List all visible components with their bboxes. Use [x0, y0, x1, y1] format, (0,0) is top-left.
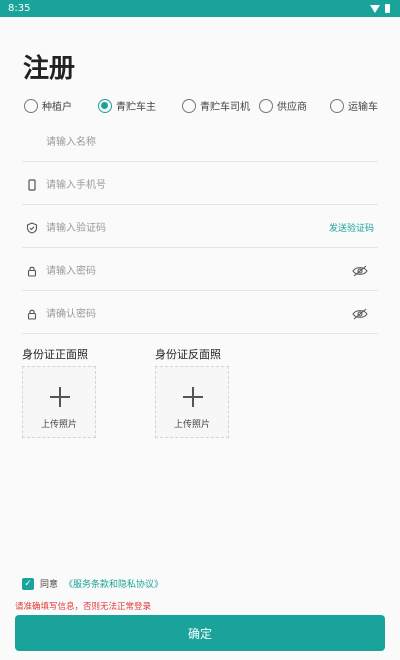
- phone-input[interactable]: [46, 174, 296, 196]
- upload-id-front[interactable]: 上传照片: [22, 366, 96, 438]
- status-time: 8:35: [8, 3, 31, 14]
- plus-icon: [50, 387, 70, 407]
- wifi-icon: [370, 4, 380, 13]
- role-option-silage-driver[interactable]: 青贮车司机: [182, 98, 250, 113]
- plus-icon: [183, 387, 203, 407]
- id-front-label: 身份证正面照: [22, 348, 88, 361]
- radio-silage-driver[interactable]: [182, 98, 196, 113]
- page-title: 注册: [23, 54, 76, 84]
- status-bar: 8:35: [0, 0, 400, 17]
- role-label: 青贮车司机: [200, 102, 250, 113]
- verification-code-field: 发送验证码: [22, 208, 378, 248]
- phone-icon: [28, 179, 36, 191]
- system-icons: [370, 4, 390, 13]
- name-field: [22, 122, 378, 162]
- radio-silage-owner[interactable]: [98, 98, 112, 113]
- name-input[interactable]: [46, 131, 296, 153]
- battery-icon: [385, 4, 390, 13]
- role-option-transport[interactable]: 运输车: [330, 98, 378, 113]
- upload-id-back[interactable]: 上传照片: [155, 366, 229, 438]
- password-input[interactable]: [46, 260, 296, 282]
- agreement-row: ✓ 同意 《服务条款和隐私协议》: [22, 577, 163, 590]
- agree-label: 同意: [40, 580, 59, 590]
- send-code-button[interactable]: 发送验证码: [329, 221, 374, 234]
- check-icon: ✓: [24, 578, 32, 589]
- lock-icon: [27, 309, 37, 320]
- role-label: 运输车: [348, 102, 378, 113]
- confirm-password-field: [22, 294, 378, 334]
- radio-supplier[interactable]: [259, 98, 273, 113]
- password-field: [22, 251, 378, 291]
- upload-label: 上传照片: [40, 420, 77, 430]
- role-label: 青贮车主: [116, 102, 156, 113]
- radio-transport[interactable]: [330, 98, 344, 113]
- confirm-button[interactable]: 确定: [15, 615, 385, 651]
- role-option-silage-owner[interactable]: 青贮车主: [98, 98, 156, 113]
- policy-link[interactable]: 《服务条款和隐私协议》: [64, 577, 163, 590]
- eye-icon[interactable]: [352, 308, 368, 320]
- lock-icon: [27, 266, 37, 277]
- phone-field: [22, 165, 378, 205]
- shield-icon: [26, 222, 38, 234]
- eye-icon[interactable]: [352, 265, 368, 277]
- confirm-password-input[interactable]: [46, 303, 296, 325]
- radio-grower[interactable]: [24, 98, 38, 113]
- role-option-supplier[interactable]: 供应商: [259, 98, 307, 113]
- role-label: 种植户: [42, 102, 72, 113]
- upload-label: 上传照片: [173, 420, 210, 430]
- verification-code-input[interactable]: [46, 217, 296, 239]
- agree-checkbox[interactable]: ✓: [22, 577, 34, 590]
- warning-text: 请准确填写信息，否则无法正常登录: [15, 602, 152, 612]
- role-option-grower[interactable]: 种植户: [24, 98, 72, 113]
- role-label: 供应商: [277, 102, 307, 113]
- id-back-label: 身份证反面照: [155, 348, 221, 361]
- role-selector: 种植户 青贮车主 青贮车司机 供应商 运输车: [22, 98, 382, 118]
